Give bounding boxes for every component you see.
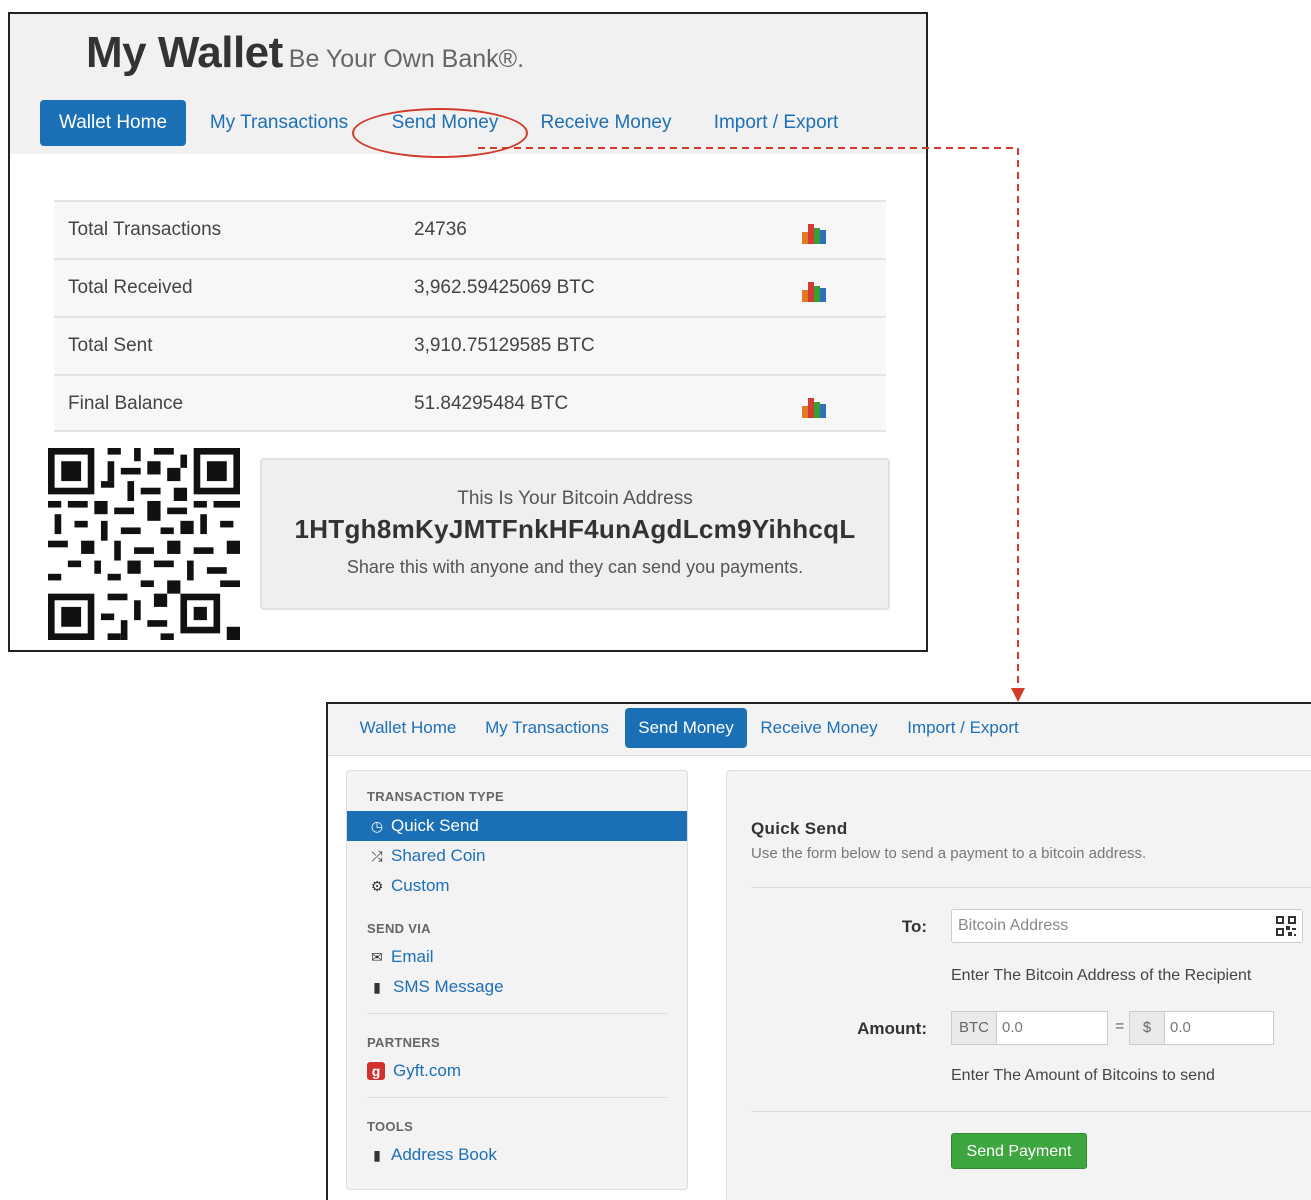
usd-amount-input[interactable]: 0.0: [1164, 1011, 1274, 1045]
shuffle-icon: ⤮: [371, 848, 383, 864]
sidebar-item-custom[interactable]: ⚙ Custom: [347, 871, 687, 901]
to-help-text: Enter The Bitcoin Address of the Recipie…: [951, 967, 1252, 984]
tab-wallet-home[interactable]: Wallet Home: [346, 708, 470, 748]
usd-addon: $: [1129, 1011, 1165, 1045]
phone-icon: ▮: [373, 979, 381, 995]
quick-send-form: Quick Send Use the form below to send a …: [726, 770, 1311, 1200]
clock-icon: ◷: [370, 818, 384, 834]
transaction-type-heading: TRANSACTION TYPE: [367, 789, 504, 804]
sidebar-item-label: Address Book: [391, 1145, 497, 1164]
sidebar-item-email[interactable]: ✉ Email: [347, 942, 687, 972]
tab-my-transactions[interactable]: My Transactions: [476, 708, 618, 748]
amount-help-text: Enter The Amount of Bitcoins to send: [951, 1067, 1215, 1084]
stat-label: Total Transactions: [68, 219, 222, 240]
sidebar-item-address-book[interactable]: ▮ Address Book: [347, 1140, 687, 1170]
btc-addon: BTC: [951, 1011, 997, 1045]
wallet-home-screenshot: My Wallet Be Your Own Bank®. Wallet Home …: [8, 12, 928, 652]
divider: [751, 1111, 1311, 1112]
tab-send-money[interactable]: Send Money: [625, 708, 747, 748]
stat-value: 51.84295484 BTC: [414, 393, 569, 414]
send-money-highlight: [352, 108, 528, 158]
page-title: My Wallet Be Your Own Bank®.: [86, 28, 524, 78]
bar-chart-icon[interactable]: [802, 396, 826, 418]
wallet-title: My Wallet: [86, 28, 283, 77]
stat-value: 3,962.59425069 BTC: [414, 277, 595, 298]
envelope-icon: ✉: [371, 949, 383, 965]
tab-receive-money[interactable]: Receive Money: [534, 100, 678, 146]
qr-code-icon: [48, 448, 240, 640]
stat-value: 3,910.75129585 BTC: [414, 335, 595, 356]
form-title: Quick Send: [751, 819, 848, 838]
sidebar-item-sms[interactable]: ▮ SMS Message: [347, 972, 687, 1002]
gear-icon: ⚙: [370, 878, 384, 894]
book-icon: ▮: [373, 1147, 381, 1163]
send-money-screenshot: Wallet Home My Transactions Send Money R…: [326, 702, 1311, 1200]
form-description: Use the form below to send a payment to …: [751, 845, 1147, 862]
stat-label: Total Received: [68, 277, 193, 298]
send-sidebar: TRANSACTION TYPE ◷ Quick Send ⤮ Shared C…: [346, 770, 688, 1190]
tab-wallet-home[interactable]: Wallet Home: [40, 100, 186, 146]
tools-heading: TOOLS: [367, 1119, 414, 1134]
send-via-heading: SEND VIA: [367, 921, 431, 936]
stat-label: Final Balance: [68, 393, 184, 414]
send-nav: Wallet Home My Transactions Send Money R…: [328, 704, 1311, 756]
table-row: Total Received 3,962.59425069 BTC: [54, 258, 886, 316]
sidebar-item-label: Quick Send: [391, 816, 479, 835]
sidebar-item-shared-coin[interactable]: ⤮ Shared Coin: [347, 841, 687, 871]
sidebar-item-label: Gyft.com: [393, 1061, 462, 1080]
tab-receive-money[interactable]: Receive Money: [754, 708, 884, 748]
bar-chart-icon[interactable]: [802, 222, 826, 244]
qr-scan-icon[interactable]: [1276, 916, 1296, 936]
equals-sign: =: [1115, 1018, 1125, 1035]
table-row: Total Sent 3,910.75129585 BTC: [54, 316, 886, 374]
address-heading: This Is Your Bitcoin Address: [457, 488, 693, 509]
btc-amount-input[interactable]: 0.0: [996, 1011, 1108, 1045]
bitcoin-address-input[interactable]: Bitcoin Address: [951, 909, 1303, 943]
sidebar-item-label: SMS Message: [393, 977, 504, 996]
table-row: Total Transactions 24736: [54, 200, 886, 258]
wallet-header: My Wallet Be Your Own Bank®. Wallet Home …: [10, 14, 926, 158]
gyft-icon: g: [367, 1062, 385, 1080]
address-note: Share this with anyone and they can send…: [346, 557, 804, 577]
wallet-tagline: Be Your Own Bank®.: [288, 45, 525, 73]
stat-label: Total Sent: [68, 335, 153, 356]
sidebar-item-gyft[interactable]: g Gyft.com: [347, 1056, 687, 1086]
tab-import-export[interactable]: Import / Export: [706, 100, 846, 146]
sidebar-item-label: Shared Coin: [391, 846, 486, 865]
divider: [367, 1097, 667, 1098]
tab-import-export[interactable]: Import / Export: [896, 708, 1030, 748]
tab-my-transactions[interactable]: My Transactions: [202, 100, 356, 146]
table-row: Final Balance 51.84295484 BTC: [54, 374, 886, 432]
partners-heading: PARTNERS: [367, 1035, 440, 1050]
stat-value: 24736: [414, 219, 467, 240]
to-placeholder: Bitcoin Address: [958, 917, 1069, 934]
to-label: To:: [901, 917, 927, 936]
amount-label: Amount:: [857, 1019, 927, 1038]
wallet-stats-table: Total Transactions 24736 Total Received …: [54, 200, 886, 432]
bitcoin-address-box: This Is Your Bitcoin Address 1HTgh8mKyJM…: [260, 458, 890, 610]
bar-chart-icon[interactable]: [802, 280, 826, 302]
sidebar-item-label: Email: [391, 947, 434, 966]
divider: [751, 887, 1311, 888]
bitcoin-address[interactable]: 1HTgh8mKyJMTFnkHF4unAgdLcm9YihhcqL: [262, 514, 888, 545]
divider: [367, 1013, 667, 1014]
sidebar-item-quick-send[interactable]: ◷ Quick Send: [347, 811, 687, 841]
sidebar-item-label: Custom: [391, 876, 450, 895]
send-payment-button[interactable]: Send Payment: [951, 1133, 1087, 1169]
